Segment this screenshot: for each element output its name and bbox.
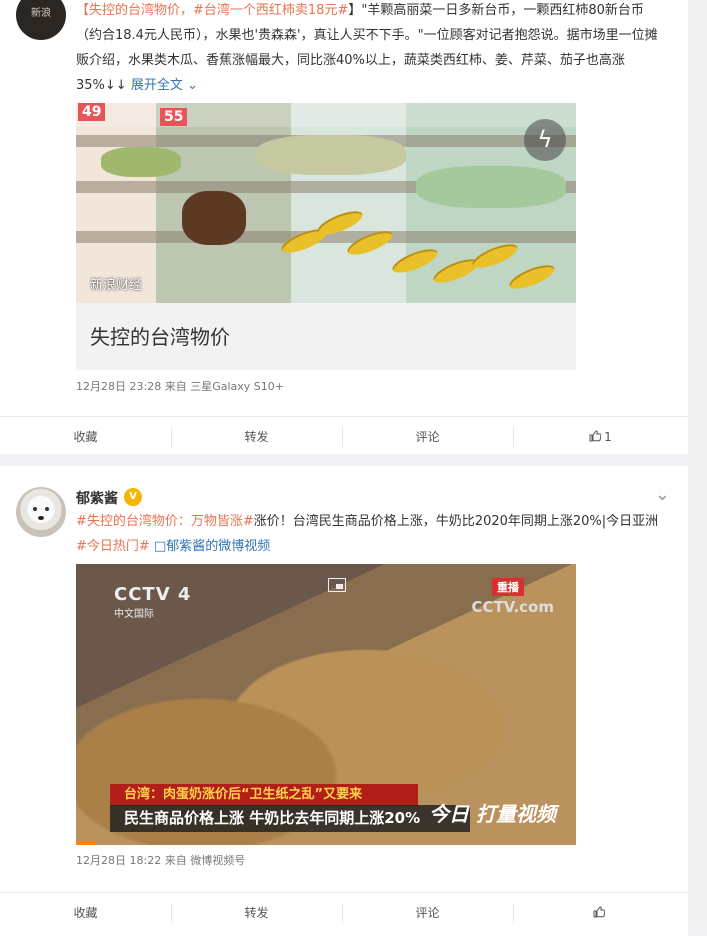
topic-link[interactable]: #今日热门#: [76, 539, 150, 554]
post-video[interactable]: CCTV 4 中文国际 重播 CCTV.com 台湾：肉蛋奶涨价后“卫生纸之乱”又…: [76, 564, 576, 845]
expand-label: 展开全文: [130, 78, 183, 93]
post-meta: 12月28日 18:22 来自 微博视频号: [76, 852, 245, 868]
show-title: 今日 打量视频: [429, 802, 556, 826]
post-source[interactable]: 三星Galaxy S10+: [190, 380, 284, 393]
topic-link[interactable]: #失控的台湾物价：万物皆涨#: [76, 514, 254, 529]
post-image[interactable]: 49 55 新浪财经 ϟ: [76, 103, 576, 303]
repost-button[interactable]: 转发: [171, 893, 342, 933]
avatar-dog-eyes: [33, 507, 49, 511]
video-progress-bar[interactable]: [76, 842, 96, 845]
post-text: 【失控的台湾物价，#台湾一个西红柿卖18元#】"羊颗高丽菜一日多新台币，一颗西红…: [76, 0, 666, 98]
collect-button[interactable]: 收藏: [0, 417, 171, 457]
produce-pile: [256, 135, 406, 175]
weibo-post-card: 郁紫酱 V ⌄ #失控的台湾物价：万物皆涨#涨价！台湾民生商品价格上涨，牛奶比2…: [0, 466, 688, 936]
post-time[interactable]: 12月28日 23:28: [76, 380, 161, 393]
price-tag: 55: [160, 108, 188, 126]
cctv4-logo: CCTV 4 中文国际: [114, 584, 191, 620]
thumb-up-icon: [593, 906, 605, 918]
expand-full-text-link[interactable]: 展开全文 ⌄: [131, 78, 198, 93]
chevron-down-icon: ⌄: [182, 78, 198, 93]
post-time[interactable]: 12月28日 18:22: [76, 854, 161, 867]
avatar-dog-nose: [38, 516, 44, 520]
post-text: #失控的台湾物价：万物皆涨#涨价！台湾民生商品价格上涨，牛奶比2020年同期上涨…: [76, 509, 666, 559]
source-prefix: 来自: [164, 854, 187, 867]
video-headline-main: 民生商品价格上涨 牛奶比去年同期上涨20%: [110, 805, 470, 832]
page-scrollbar[interactable]: [688, 0, 707, 922]
source-prefix: 来自: [164, 380, 187, 393]
post-actions: 收藏 转发 评论 1: [0, 416, 688, 456]
post-body-text: 涨价！台湾民生商品价格上涨，牛奶比2020年同期上涨20%|今日亚洲: [253, 514, 659, 529]
weibo-post-card: 新浪 【失控的台湾物价，#台湾一个西红柿卖18元#】"羊颗高丽菜一日多新台币，一…: [0, 0, 688, 454]
produce-pile: [101, 147, 181, 177]
repost-button[interactable]: 转发: [171, 417, 342, 457]
cctv4-logo-text: CCTV 4: [114, 584, 192, 605]
user-avatar[interactable]: [16, 487, 66, 537]
article-title: 失控的台湾物价: [90, 325, 230, 349]
thumb-up-icon: [589, 430, 602, 442]
lightning-icon[interactable]: ϟ: [524, 119, 566, 161]
topic-link[interactable]: #台湾一个西红柿卖18元#: [193, 3, 348, 18]
user-avatar[interactable]: 新浪: [16, 0, 66, 40]
banana: [506, 260, 558, 294]
post-meta: 12月28日 23:28 来自 三星Galaxy S10+: [76, 378, 284, 394]
replay-badge: 重播: [492, 578, 524, 596]
post-actions: 收藏 转发 评论: [0, 892, 688, 932]
user-name[interactable]: 郁紫酱: [76, 488, 118, 508]
verified-badge-icon: V: [124, 488, 142, 506]
like-button[interactable]: 1: [513, 417, 688, 457]
like-button[interactable]: [513, 893, 688, 933]
post-source[interactable]: 微博视频号: [190, 854, 245, 867]
more-options-chevron-icon[interactable]: ⌄: [655, 484, 670, 505]
video-headline-top: 台湾：肉蛋奶涨价后“卫生纸之乱”又要来: [110, 784, 418, 806]
comment-button[interactable]: 评论: [342, 893, 513, 933]
collect-button[interactable]: 收藏: [0, 893, 171, 933]
picture-in-picture-icon[interactable]: [328, 578, 346, 592]
comment-button[interactable]: 评论: [342, 417, 513, 457]
produce-pile: [416, 166, 566, 208]
topic-text: 【失控的台湾物价，: [76, 3, 194, 18]
video-link[interactable]: □郁紫酱的微博视频: [154, 539, 270, 554]
cctv-com-logo: CCTV.com: [471, 598, 554, 616]
price-tag: 49: [78, 103, 106, 121]
banana: [469, 239, 521, 273]
avatar-logo-text: 新浪: [31, 8, 51, 19]
cctv4-subtitle: 中文国际: [114, 609, 154, 620]
fruit-jar: [182, 191, 246, 245]
like-count: 1: [604, 430, 612, 444]
image-watermark: 新浪财经: [90, 278, 143, 293]
article-caption-card[interactable]: 失控的台湾物价: [76, 303, 576, 370]
banana: [389, 244, 441, 278]
